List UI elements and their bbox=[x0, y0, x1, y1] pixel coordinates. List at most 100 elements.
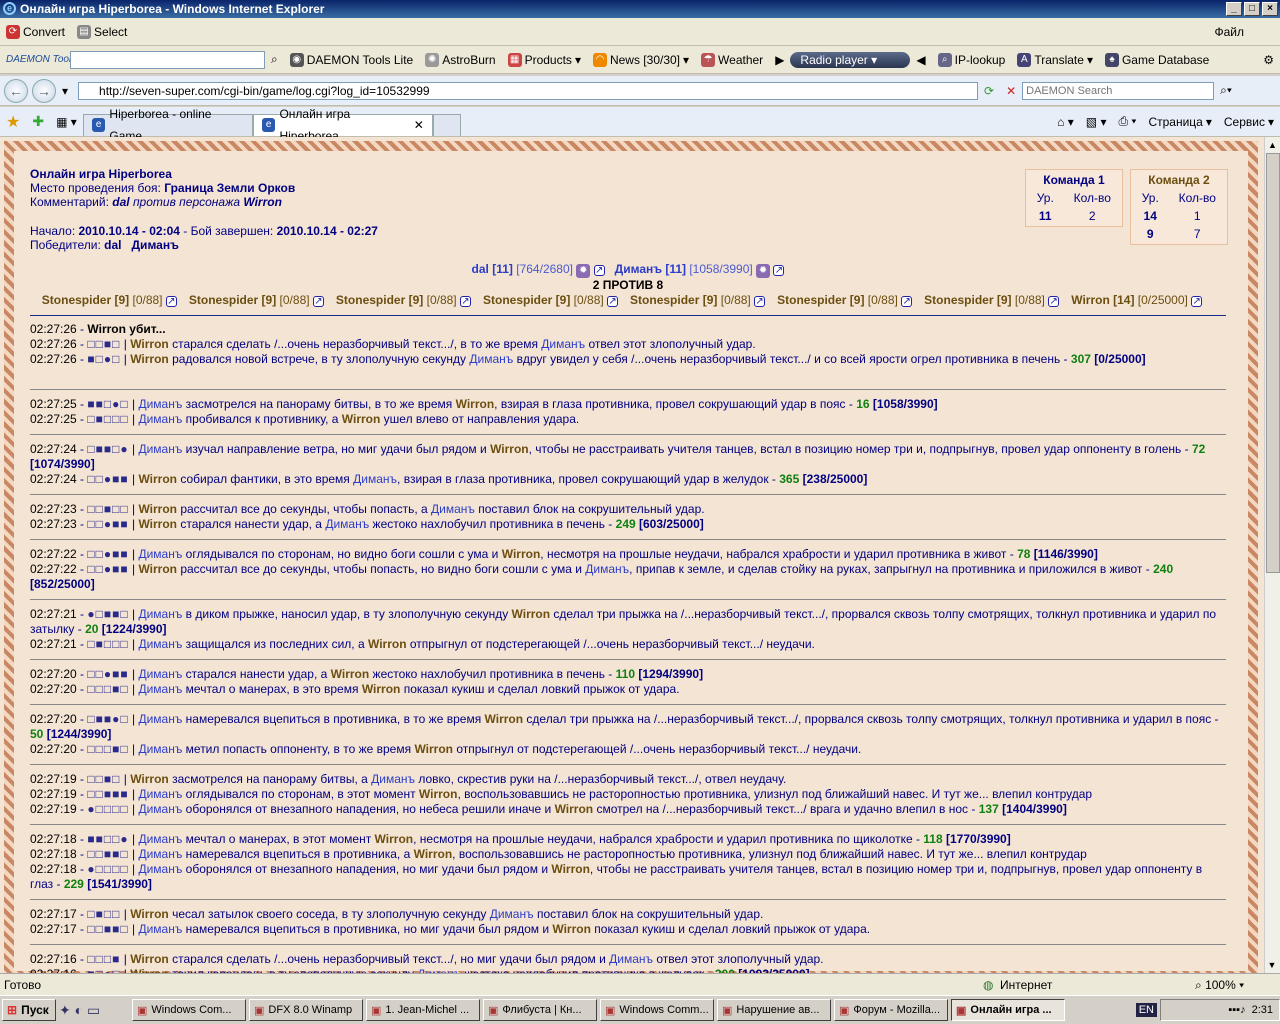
info-icon[interactable]: ↗ bbox=[607, 296, 619, 307]
taskbar-button[interactable]: ▣ Windows Com... bbox=[132, 999, 246, 1021]
toolbar-item-translate[interactable]: A Translate ▾ bbox=[1011, 52, 1099, 67]
log-separator bbox=[30, 704, 1226, 705]
enemy-name[interactable]: Stonespider [9] bbox=[189, 293, 276, 307]
app-icon: ▣ bbox=[137, 1004, 148, 1017]
log-line: 02:27:24 - □■■□● | Диманъ изучал направл… bbox=[30, 442, 1206, 471]
quick-tabs-icon[interactable]: ▦ ▾ bbox=[50, 115, 83, 129]
stop-icon[interactable]: ✕ bbox=[1000, 84, 1022, 98]
info-icon[interactable]: ↗ bbox=[754, 296, 766, 307]
info-icon[interactable]: ↗ bbox=[593, 265, 605, 276]
language-indicator[interactable]: EN bbox=[1135, 1003, 1157, 1017]
toolbar-daemon: DAEMON Tools ⌕ ◉ DAEMON Tools Lite ✺ Astro… bbox=[0, 46, 1280, 74]
info-icon[interactable]: ↗ bbox=[901, 296, 913, 307]
tab-online-game[interactable]: e Онлайн игра Hiperborea ✕ bbox=[252, 107, 433, 143]
system-tray: ▪▪▪♪ 2:31 bbox=[1160, 999, 1280, 1021]
enemy-name[interactable]: Stonespider [9] bbox=[483, 293, 570, 307]
translate-icon: A bbox=[1017, 52, 1032, 67]
taskbar-button[interactable]: ▣ Онлайн игра ... bbox=[951, 999, 1065, 1021]
close-button[interactable]: × bbox=[1262, 2, 1278, 16]
toolbar-item-daemon-lite[interactable]: ◉ DAEMON Tools Lite bbox=[284, 52, 419, 67]
zoom-control[interactable]: ⌕ 100% ▾ bbox=[1195, 974, 1244, 996]
log-line: 02:27:16 - □□□■ | Wirron старался сделат… bbox=[30, 952, 824, 966]
taskbar-button[interactable]: ▣ Windows Comm... bbox=[600, 999, 714, 1021]
enemy-name[interactable]: Stonespider [9] bbox=[777, 293, 864, 307]
products-icon: ▦ bbox=[507, 52, 522, 67]
start-button[interactable]: ⊞ Пуск bbox=[2, 999, 56, 1021]
history-dropdown-icon[interactable]: ▾ bbox=[56, 84, 74, 98]
fighter-link[interactable]: Диманъ [11] bbox=[615, 262, 686, 276]
info-icon[interactable]: ↗ bbox=[1191, 296, 1203, 307]
forward-button[interactable]: → bbox=[32, 78, 56, 103]
taskbar-button-label: Онлайн игра ... bbox=[970, 1004, 1052, 1016]
tab-hiperborea-online[interactable]: e Hiperborea - online Game bbox=[82, 107, 253, 143]
radio-player[interactable]: Radio player ▾ bbox=[790, 51, 911, 68]
new-tab-button[interactable] bbox=[432, 113, 461, 136]
taskbar-button[interactable]: ▣ Нарушение ав... bbox=[717, 999, 831, 1021]
log-line: 02:27:22 - □□●■■ | Wirron рассчитал все … bbox=[30, 562, 1174, 591]
clock: 2:31 bbox=[1251, 1004, 1273, 1016]
toolbar-item-news[interactable]: ◠ News [30/30] ▾ bbox=[587, 52, 695, 67]
toolbar-item-ip-lookup[interactable]: ⌕ IP-lookup bbox=[932, 52, 1012, 67]
ie-tab-icon: e bbox=[261, 118, 276, 132]
url-field[interactable]: http://seven-super.com/cgi-bin/game/log.… bbox=[78, 81, 979, 100]
add-favorites-icon[interactable]: ✚ bbox=[26, 113, 50, 130]
enemy-name[interactable]: Stonespider [9] bbox=[630, 293, 717, 307]
scroll-thumb[interactable] bbox=[1266, 153, 1280, 573]
taskbar-button[interactable]: ▣ Флибуста | Кн... bbox=[483, 999, 597, 1021]
play-icon[interactable]: ▶ bbox=[769, 53, 790, 67]
toolbar-item-astroburn[interactable]: ✺ AstroBurn bbox=[419, 52, 501, 67]
tray-icons[interactable]: ▪▪▪♪ bbox=[1228, 1004, 1245, 1016]
taskbar-button-label: Форум - Mozilla... bbox=[853, 1004, 940, 1016]
taskbar-button[interactable]: ▣ DFX 8.0 Winamp bbox=[249, 999, 363, 1021]
taskbar-button[interactable]: ▣ 1. Jean-Michel ... bbox=[366, 999, 480, 1021]
page-menu[interactable]: Страница ▾ bbox=[1142, 115, 1217, 129]
daemon-logo[interactable]: DAEMON Tools bbox=[0, 54, 76, 65]
window-controls: _ □ × bbox=[1226, 2, 1278, 16]
app-icon: ▣ bbox=[722, 1004, 733, 1017]
scroll-down-icon[interactable]: ▼ bbox=[1265, 957, 1279, 973]
log-line: 02:27:17 - □□■■□ | Диманъ намеревался вц… bbox=[30, 922, 871, 936]
scroll-up-icon[interactable]: ▲ bbox=[1265, 137, 1280, 153]
toolbar-item-products[interactable]: ▦ Products ▾ bbox=[502, 52, 587, 67]
log-separator bbox=[30, 764, 1226, 765]
close-tab-icon[interactable]: ✕ bbox=[414, 114, 424, 136]
enemy-name[interactable]: Stonespider [9] bbox=[924, 293, 1011, 307]
info-icon[interactable]: ↗ bbox=[165, 296, 177, 307]
enemy-name[interactable]: Stonespider [9] bbox=[42, 293, 129, 307]
refresh-icon[interactable]: ⟳ bbox=[978, 84, 1000, 98]
enemy-name[interactable]: Stonespider [9] bbox=[336, 293, 423, 307]
minimize-button[interactable]: _ bbox=[1226, 2, 1242, 16]
convert-button[interactable]: ⟳ Convert bbox=[0, 24, 71, 39]
home-icon[interactable]: ⌂ ▾ bbox=[1051, 115, 1080, 129]
vertical-scrollbar[interactable]: ▲ ▼ bbox=[1264, 137, 1280, 973]
info-icon[interactable]: ↗ bbox=[312, 296, 324, 307]
log-separator bbox=[30, 389, 1226, 390]
taskbar-button[interactable]: ▣ Форум - Mozilla... bbox=[834, 999, 948, 1021]
select-button[interactable]: ▤ Select bbox=[71, 24, 133, 39]
info-icon[interactable]: ↗ bbox=[459, 296, 471, 307]
back-button[interactable]: ← bbox=[4, 78, 28, 103]
toolbar-item-weather[interactable]: ☂ Weather bbox=[695, 52, 769, 67]
search-input[interactable] bbox=[1022, 81, 1215, 100]
winners-line: Победители: dal Диманъ bbox=[30, 238, 179, 252]
quick-launch[interactable]: ✦ ◐ ▭ bbox=[59, 1002, 129, 1019]
feeds-icon[interactable]: ▧ ▾ bbox=[1080, 115, 1113, 129]
info-icon[interactable]: ↗ bbox=[1048, 296, 1060, 307]
fighter-link[interactable]: dal [11] bbox=[472, 262, 513, 276]
tools-menu[interactable]: Сервис ▾ bbox=[1218, 115, 1280, 129]
file-menu[interactable]: Файл bbox=[1208, 25, 1250, 39]
info-icon[interactable]: ↗ bbox=[773, 265, 785, 276]
maximize-button[interactable]: □ bbox=[1244, 2, 1260, 16]
search-go-icon[interactable]: ⌕▾ bbox=[1214, 83, 1238, 98]
enemy-name[interactable]: Wirron [14] bbox=[1071, 293, 1134, 307]
volume-icon[interactable]: ◀ bbox=[910, 53, 931, 67]
search-icon[interactable]: ⌕ bbox=[265, 52, 284, 67]
weather-icon: ☂ bbox=[701, 52, 716, 67]
toolbar-item-game-database[interactable]: ♠ Game Database bbox=[1099, 52, 1215, 67]
favorites-star-icon[interactable]: ★ bbox=[0, 112, 26, 132]
wrench-icon[interactable]: ⚙ bbox=[1257, 53, 1280, 67]
log-line: 02:27:20 - □■■●□ | Диманъ намеревался вц… bbox=[30, 712, 1219, 741]
print-icon[interactable]: ⎙ ▾ bbox=[1112, 114, 1142, 129]
taskbar-button-label: 1. Jean-Michel ... bbox=[385, 1004, 470, 1016]
daemon-search-combo[interactable] bbox=[70, 50, 265, 69]
